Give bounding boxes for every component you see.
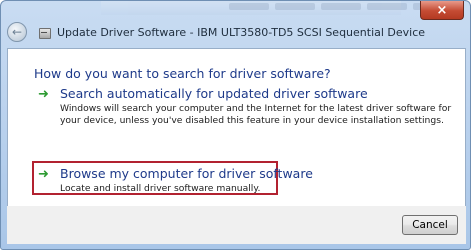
background-tab [367,3,407,10]
page-heading: How do you want to search for driver sof… [34,66,331,81]
option-description: Locate and install driver software manua… [60,183,261,194]
dialog-window: × ← Update Driver Software - IBM ULT3580… [0,0,471,250]
option-description: Windows will search your computer and th… [60,103,452,126]
back-button[interactable]: ← [7,22,27,42]
background-tab [275,3,315,10]
option-title: Search automatically for updated driver … [60,86,368,101]
background-tab [229,3,269,10]
background-window-strip [101,1,453,15]
green-arrow-icon: ➜ [38,167,49,182]
green-arrow-icon: ➜ [38,87,49,102]
device-icon [37,25,51,39]
close-button[interactable]: × [420,1,464,20]
title-bar: ← Update Driver Software - IBM ULT3580-T… [7,21,464,43]
window-title: Update Driver Software - IBM ULT3580-TD5… [57,25,426,39]
content-panel: How do you want to search for driver sof… [7,48,466,207]
back-arrow-icon: ← [11,25,23,39]
close-icon: × [436,2,448,18]
cancel-button[interactable]: Cancel [402,215,458,235]
background-tab [321,3,361,10]
option-title: Browse my computer for driver software [60,166,313,181]
footer-bar: Cancel [7,206,466,244]
